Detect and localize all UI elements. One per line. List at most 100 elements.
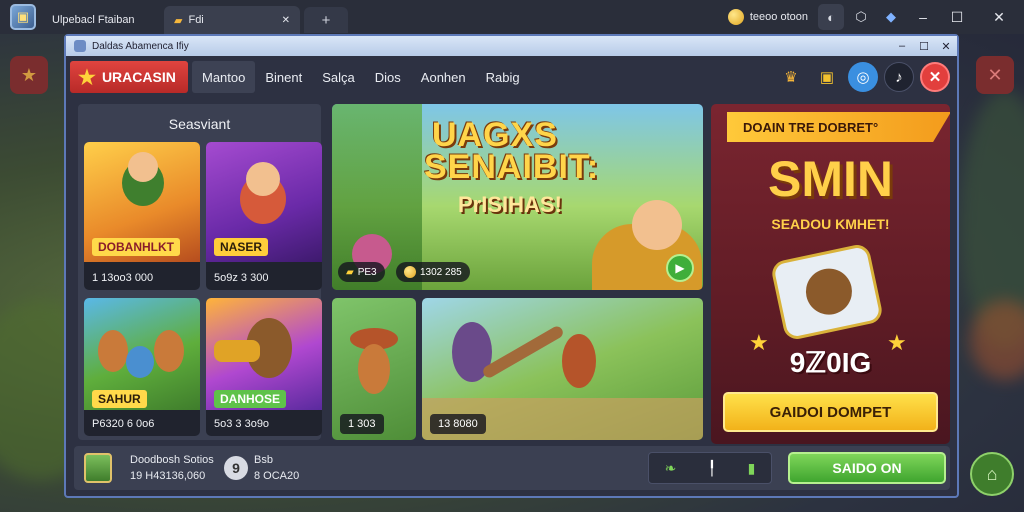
brand-logo[interactable]: ★ URACASIN	[70, 61, 188, 93]
os-minimize-button[interactable]: –	[906, 0, 940, 34]
banner-chip: ▰ PE3	[338, 262, 385, 282]
trophy-icon[interactable]: ♛	[776, 62, 806, 92]
os-close-button[interactable]: ✕	[974, 0, 1024, 34]
coin-icon	[404, 266, 416, 278]
game-card[interactable]: SAHUR P6320 6 0o6	[84, 298, 200, 436]
game-card-price: 5o9z 3 300	[214, 272, 269, 284]
token-icon: 9	[224, 456, 248, 480]
scene-price: 13 8080	[430, 414, 486, 434]
left-side-star-button[interactable]: ★	[10, 56, 48, 94]
scene-price: 1 303	[340, 414, 384, 434]
promo-claim-button[interactable]: GAIDOI DOMPET	[723, 392, 938, 432]
coin-icon	[727, 9, 744, 25]
bar-icon[interactable]: ▮	[748, 460, 756, 477]
secondary-label: Bsb	[254, 454, 273, 466]
character-art	[98, 330, 128, 372]
toolbar-group: ❧ ╿ ▮	[648, 452, 772, 484]
star-icon: ★	[78, 66, 96, 89]
left-panel: Seasviant DOBANHLKT 1 13oo3 000 NASER 5o…	[78, 104, 322, 440]
extension-icon[interactable]: ⬡	[848, 4, 874, 30]
brand-name: URACASIN	[101, 69, 176, 85]
character-art	[154, 330, 184, 372]
player-name: Doodbosh Sotios	[130, 454, 214, 466]
player-balance: 19 H43136,060	[130, 470, 206, 482]
right-side-close-button[interactable]: ✕	[976, 56, 1014, 94]
tab-close-icon[interactable]: ✕	[282, 15, 290, 26]
top-navigation: ★ URACASIN Mantoo Binent Salça Dios Aonh…	[70, 58, 954, 96]
banner-subtitle: PrISIHAS!	[458, 192, 562, 217]
game-scene-card[interactable]: 1 303	[332, 298, 416, 440]
promo-amount: 9ℤ0IG	[789, 347, 872, 378]
game-card-price: 1 13oo3 000	[92, 272, 154, 284]
new-tab-button[interactable]: +	[304, 7, 348, 33]
os-tab-bar: ▣ Ulpebacl Ftaiban ▰ Fdi ✕ + teeoo otoon …	[0, 0, 1024, 34]
os-tab-2-label: Fdi	[188, 14, 204, 26]
window-title: Daldas Abamenca Ifiy	[92, 40, 189, 52]
bottom-bar: Doodbosh Sotios 19 H43136,060 9 Bsb 8 OC…	[74, 446, 950, 490]
app-window: Daldas Abamenca Ifiy – ☐ ✕ ★ URACASIN Ma…	[64, 34, 959, 498]
os-tab-2[interactable]: ▰ Fdi ✕	[164, 6, 300, 34]
promo-panel: DOAIN TRE DOBRET° SMIN SEADOU KMHET! ★ ★…	[711, 104, 950, 444]
play-icon[interactable]: ▶	[666, 254, 694, 282]
bell-icon[interactable]: ◐	[818, 4, 844, 30]
promo-headline: SMIN	[768, 151, 893, 207]
nav-item-4[interactable]: Aonhen	[411, 61, 476, 93]
game-card-label: DOBANHLKT	[92, 238, 180, 256]
nav-item-5[interactable]: Rabig	[476, 61, 530, 93]
nav-item-1[interactable]: Binent	[255, 61, 312, 93]
coin-balance[interactable]: teeoo otoon	[720, 6, 816, 28]
gift-box-icon[interactable]: ▣	[812, 62, 842, 92]
secondary-value: 8 OCA20	[254, 470, 300, 482]
home-icon[interactable]: ⌂	[970, 452, 1014, 496]
sound-icon[interactable]: ♪	[884, 62, 914, 92]
slot-machine-icon	[769, 242, 885, 342]
cannon-art	[481, 324, 565, 380]
tab-favicon-icon: ▰	[174, 14, 183, 27]
gem-icon[interactable]: ◆	[878, 4, 904, 30]
os-tab-1-label: Ulpebacl Ftaiban	[52, 14, 135, 26]
game-card-label: DANHOSE	[214, 390, 287, 408]
leaf-icon[interactable]: ❧	[665, 460, 677, 477]
window-maximize-button[interactable]: ☐	[913, 40, 935, 53]
promo-subtitle: SEADOU KMHET!	[771, 216, 890, 232]
window-close-button[interactable]: ✕	[935, 40, 957, 53]
coin-balance-text: teeoo otoon	[749, 11, 808, 23]
character-art	[246, 162, 280, 196]
cannon-art	[214, 340, 260, 362]
globe-icon[interactable]: ◎	[848, 62, 878, 92]
lever-icon[interactable]: ╿	[708, 460, 716, 477]
character-art	[128, 152, 158, 182]
nav-item-3[interactable]: Dios	[365, 61, 411, 93]
app-chest-icon[interactable]: ▣	[10, 4, 36, 30]
window-app-icon	[74, 40, 86, 52]
window-titlebar: Daldas Abamenca Ifiy – ☐ ✕	[66, 36, 957, 56]
nav-item-2[interactable]: Salça	[312, 61, 365, 93]
os-maximize-button[interactable]: ☐	[940, 0, 974, 34]
avatar[interactable]	[84, 453, 112, 483]
banner-title-line1: UAGXS	[432, 116, 558, 154]
window-minimize-button[interactable]: –	[891, 40, 913, 53]
game-card[interactable]: DANHOSE 5o3 3 3o9o	[206, 298, 322, 436]
close-icon[interactable]: ✕	[920, 62, 950, 92]
game-card-label: NASER	[214, 238, 269, 256]
promo-ribbon: DOAIN TRE DOBRET°	[727, 112, 950, 142]
nav-item-0[interactable]: Mantoo	[192, 61, 256, 93]
left-panel-title: Seasviant	[168, 116, 231, 132]
character-art	[126, 346, 154, 378]
game-card-label: SAHUR	[92, 390, 147, 408]
game-card-price: P6320 6 0o6	[92, 418, 155, 430]
featured-banner[interactable]: UAGXS SENAIBIT: PrISIHAS! ▰ PE3 1302 285 …	[332, 104, 703, 290]
game-card[interactable]: NASER 5o9z 3 300	[206, 142, 322, 290]
ticket-icon: ▰	[346, 266, 354, 278]
banner-chip: 1302 285	[396, 262, 470, 282]
banner-chip-text: 1302 285	[420, 266, 462, 278]
game-card[interactable]: DOBANHLKT 1 13oo3 000	[84, 142, 200, 290]
spin-claim-button[interactable]: SAIDO ON	[788, 452, 946, 484]
character-art	[562, 334, 596, 388]
banner-chip-text: PE3	[357, 266, 377, 278]
os-tab-1[interactable]: Ulpebacl Ftaiban	[42, 6, 164, 34]
game-card-price: 5o3 3 3o9o	[214, 418, 270, 430]
banner-title-line2: SENAIBIT:	[424, 148, 600, 186]
game-scene-card[interactable]: 13 8080	[422, 298, 703, 440]
character-art	[358, 344, 390, 394]
